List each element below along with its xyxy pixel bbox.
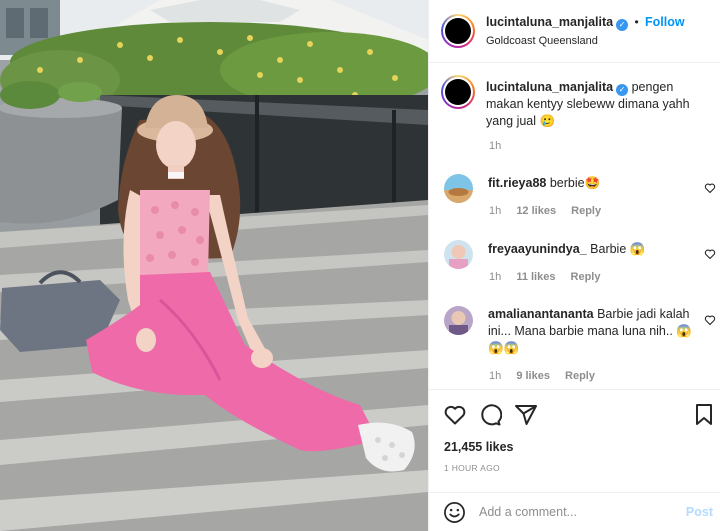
caption-text-line1: pengen [631,80,674,94]
reply-button[interactable]: Reply [565,370,595,382]
comment-likes[interactable]: 12 likes [516,205,556,217]
post-time[interactable]: 1 HOUR AGO [444,463,500,473]
action-bar: 21,455 likes 1 HOUR AGO [429,389,720,492]
heart-icon[interactable] [443,403,467,427]
heart-icon[interactable] [704,182,716,194]
caption-avatar[interactable] [441,75,475,109]
comment-text: berbie🤩 [549,176,601,190]
comment-text: Barbie 😱 [590,242,646,256]
comment-text-line2: ini... Mana barbie mana luna nih.. 😱 [488,324,692,338]
caption-text-line2: makan kentyy slebeww dimana yahh [486,97,690,111]
commenter-avatar[interactable] [444,174,473,203]
post-photo[interactable] [0,0,428,531]
reply-button[interactable]: Reply [571,205,601,217]
comment-text: Barbie jadi kalah [597,307,690,321]
commenter-username[interactable]: freyaayunindya_ [488,242,587,256]
author-avatar[interactable] [441,14,475,48]
caption-username[interactable]: lucintaluna_manjalita [486,80,613,94]
share-icon[interactable] [514,403,538,427]
commenter-avatar[interactable] [444,240,473,269]
post-comment-button[interactable]: Post [686,505,713,519]
post-image [0,0,428,531]
caption-time[interactable]: 1h [489,140,501,152]
comment-text-line3: 😱😱 [488,341,520,355]
follow-button[interactable]: Follow [645,15,685,29]
add-comment-bar: Post [429,492,720,531]
author-username[interactable]: lucintaluna_manjalita [486,15,613,29]
reply-button[interactable]: Reply [571,271,601,283]
comment-time[interactable]: 1h [489,271,501,283]
emoji-icon[interactable] [443,501,466,524]
caption-text-line3: yang jual 🥲 [486,114,556,128]
separator-dot: • [634,15,639,29]
comments-list[interactable]: lucintaluna_manjalita ✓ pengen makan kent… [429,63,720,389]
comment-icon[interactable] [478,403,502,427]
commenter-avatar[interactable] [444,306,473,335]
comment-likes[interactable]: 9 likes [516,370,550,382]
post-header: lucintaluna_manjalita ✓ • Follow Goldcoas… [429,0,720,63]
comment-time[interactable]: 1h [489,370,501,382]
post-detail-panel: lucintaluna_manjalita ✓ • Follow Goldcoas… [428,0,720,531]
comment-input[interactable] [479,502,669,522]
post-location[interactable]: Goldcoast Queensland [486,35,598,47]
heart-icon[interactable] [704,314,716,326]
verified-badge-icon: ✓ [616,19,629,31]
comment-time[interactable]: 1h [489,205,501,217]
bookmark-icon[interactable] [694,403,714,427]
commenter-username[interactable]: amalianantananta [488,307,594,321]
comment-likes[interactable]: 11 likes [516,271,555,283]
like-count[interactable]: 21,455 likes [444,440,514,454]
heart-icon[interactable] [704,248,716,260]
verified-badge-icon: ✓ [616,84,629,96]
commenter-username[interactable]: fit.rieya88 [488,176,546,190]
